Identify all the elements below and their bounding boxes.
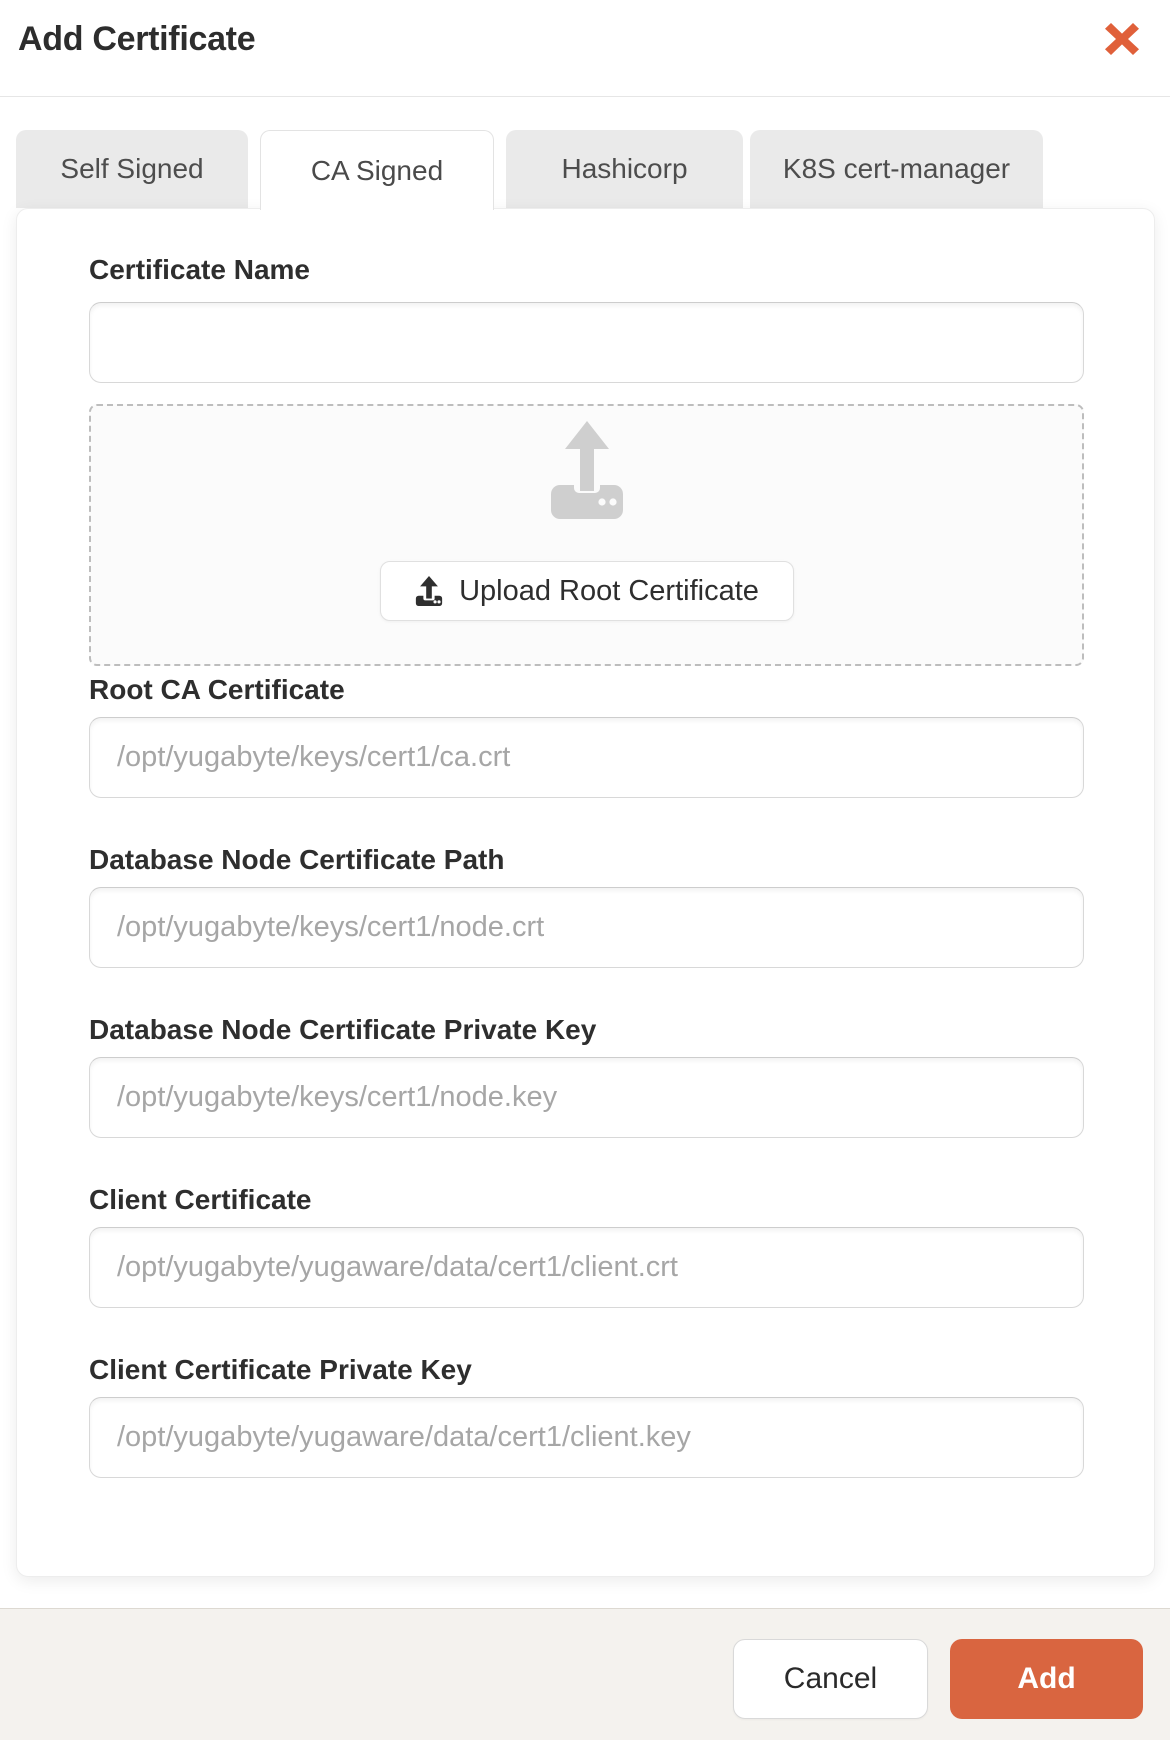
database-node-certificate-path-input[interactable]: [89, 887, 1084, 968]
database-node-certificate-path-label: Database Node Certificate Path: [89, 844, 505, 875]
tab-ca-signed[interactable]: CA Signed: [260, 130, 494, 210]
close-icon: [1104, 22, 1140, 56]
form-fields: Root CA Certificate Database Node Certif…: [17, 209, 1154, 1576]
tab-k8s-cert-manager[interactable]: K8S cert-manager: [750, 130, 1043, 208]
tab-label: Hashicorp: [561, 153, 688, 184]
page-title: Add Certificate: [18, 20, 256, 58]
client-certificate-input[interactable]: [89, 1227, 1084, 1308]
tab-label: CA Signed: [310, 154, 444, 186]
root-ca-certificate-input[interactable]: [89, 717, 1084, 798]
client-certificate-private-key-label: Client Certificate Private Key: [89, 1354, 472, 1385]
header-divider: [0, 96, 1170, 97]
cancel-button[interactable]: Cancel: [733, 1639, 928, 1719]
database-node-certificate-private-key-input[interactable]: [89, 1057, 1084, 1138]
tab-hashicorp[interactable]: Hashicorp: [506, 130, 743, 208]
client-certificate-label: Client Certificate: [89, 1184, 312, 1215]
tab-content-panel: Certificate Name Upload Root Certificate…: [16, 208, 1155, 1577]
tab-label: K8S cert-manager: [782, 153, 1011, 184]
close-button[interactable]: [1104, 22, 1140, 56]
add-certificate-modal: Add Certificate Self Signed CA Signed Ha…: [0, 0, 1170, 1740]
tab-self-signed[interactable]: Self Signed: [16, 130, 248, 208]
database-node-certificate-private-key-label: Database Node Certificate Private Key: [89, 1014, 597, 1045]
modal-footer: Cancel Add: [0, 1608, 1170, 1740]
tab-label: Self Signed: [60, 153, 204, 184]
add-button[interactable]: Add: [950, 1639, 1143, 1719]
root-ca-certificate-label: Root CA Certificate: [89, 674, 345, 705]
client-certificate-private-key-input[interactable]: [89, 1397, 1084, 1478]
